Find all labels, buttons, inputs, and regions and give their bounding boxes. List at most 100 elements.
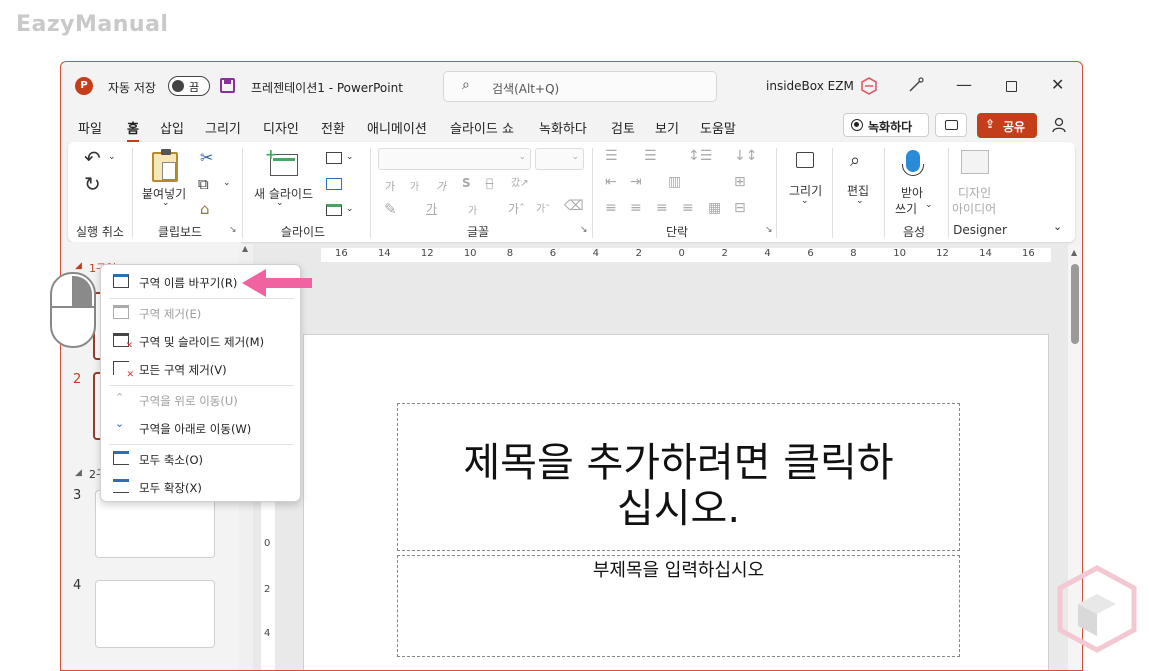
scrollbar-thumb[interactable] <box>1071 264 1079 344</box>
font-size-combo[interactable]: ⌄ <box>535 148 584 170</box>
section-collapse-icon[interactable]: ◢ <box>75 468 82 478</box>
paste-dropdown-icon[interactable]: ⌄ <box>162 198 170 208</box>
numbering-icon[interactable]: ☰ <box>644 148 657 164</box>
slide-thumbnail-4[interactable] <box>95 580 215 648</box>
font-size-down-icon[interactable]: 가ˇ <box>536 200 550 215</box>
highlight-icon[interactable]: ✎ <box>384 200 397 218</box>
layout-dropdown-icon[interactable]: ⌄ <box>346 152 354 162</box>
record-button[interactable]: 녹화하다 <box>843 113 929 137</box>
title-placeholder[interactable]: 제목을 추가하려면 클릭하 십시오. <box>397 403 960 551</box>
ribbon-collapse-icon[interactable]: ⌄ <box>1053 220 1062 233</box>
italic-icon[interactable]: 가 <box>436 178 446 194</box>
align-left-icon[interactable]: ≡ <box>605 200 617 216</box>
section-collapse-icon[interactable]: ◢ <box>75 261 82 271</box>
user-name[interactable]: insideBox EZM <box>766 79 854 93</box>
undo-icon[interactable]: ↶ <box>84 146 101 170</box>
text-direction-icon[interactable]: ↓↕ <box>734 148 757 164</box>
dictate-label-line2[interactable]: 쓰기 <box>895 200 917 217</box>
menu-item-move-section-down[interactable]: ⌄ 구역을 아래로 이동(W) <box>101 414 300 442</box>
close-icon[interactable]: ✕ <box>1051 75 1064 94</box>
editing-search-icon[interactable]: ⌕ <box>850 150 860 171</box>
font-launcher-icon[interactable]: ↘ <box>580 225 588 235</box>
new-slide-icon[interactable]: + <box>265 147 298 176</box>
autosave-label: 자동 저장 <box>108 81 156 95</box>
char-spacing-icon[interactable]: 갔↗ <box>511 174 529 189</box>
new-slide-dropdown-icon[interactable]: ⌄ <box>276 198 284 208</box>
share-icon: ⇪ <box>985 117 996 131</box>
tab-animations[interactable]: 애니메이션 <box>367 118 427 137</box>
user-avatar-icon[interactable] <box>859 76 879 96</box>
drawing-icon[interactable] <box>796 152 814 168</box>
align-text-icon[interactable]: ⊞ <box>734 174 746 190</box>
font-name-combo[interactable]: ⌄ <box>378 148 531 170</box>
menu-item-remove-section[interactable]: 구역 제거(E) <box>101 299 300 327</box>
drawing-dropdown-icon[interactable]: ⌄ <box>801 196 809 206</box>
section-dropdown-icon[interactable]: ⌄ <box>346 204 354 214</box>
increase-indent-icon[interactable]: ⇥ <box>630 174 642 190</box>
tab-file[interactable]: 파일 <box>78 118 102 137</box>
menu-item-label: 모두 축소(O) <box>139 453 203 467</box>
font-color-icon[interactable]: 가 <box>426 200 437 217</box>
clear-format-icon[interactable]: ⌫ <box>564 198 584 214</box>
format-painter-icon[interactable]: ⌂ <box>200 200 210 218</box>
tab-insert[interactable]: 삽입 <box>160 118 184 137</box>
tab-review[interactable]: 검토 <box>611 118 635 137</box>
tab-help[interactable]: 도움말 <box>700 118 736 137</box>
distribute-icon[interactable]: ▦ <box>708 200 721 216</box>
tab-record[interactable]: 녹화하다 <box>539 118 587 137</box>
search-box[interactable]: ⌕ 검색(Alt+Q) <box>443 71 717 102</box>
subtitle-placeholder[interactable]: 부제목을 입력하십시오 <box>397 555 960 657</box>
section-icon[interactable] <box>326 204 342 216</box>
shadow-icon[interactable]: S <box>462 176 471 190</box>
justify-icon[interactable]: ≡ <box>682 200 694 216</box>
font-size-up-icon[interactable]: 가ˆ <box>508 200 525 217</box>
tab-transitions[interactable]: 전환 <box>321 118 345 137</box>
copy-icon[interactable]: ⧉ <box>198 175 209 193</box>
align-center-icon[interactable]: ≡ <box>630 200 642 216</box>
maximize-icon[interactable] <box>1006 81 1017 92</box>
smartart-icon[interactable]: ⊟ <box>734 200 746 216</box>
comments-button[interactable] <box>935 113 967 137</box>
decrease-font-icon[interactable]: 가 <box>410 178 419 193</box>
share-button[interactable]: ⇪ 공유 <box>977 113 1037 138</box>
design-ideas-line1[interactable]: 디자인 <box>958 184 991 201</box>
save-icon[interactable] <box>220 78 235 93</box>
tab-slideshow[interactable]: 슬라이드 쇼 <box>450 118 514 137</box>
design-ideas-icon[interactable] <box>961 150 989 174</box>
slide-canvas[interactable]: 제목을 추가하려면 클릭하 십시오. 부제목을 입력하십시오 <box>303 334 1049 670</box>
align-right-icon[interactable]: ≡ <box>656 200 668 216</box>
minimize-icon[interactable]: — <box>956 75 972 94</box>
layout-icon[interactable] <box>326 152 342 164</box>
undo-dropdown-icon[interactable]: ⌄ <box>108 152 116 162</box>
menu-item-remove-section-slides[interactable]: ✕ 구역 및 슬라이드 제거(M) <box>101 327 300 355</box>
editing-dropdown-icon[interactable]: ⌄ <box>856 196 864 206</box>
autosave-toggle[interactable]: 끔 <box>168 76 210 96</box>
cut-icon[interactable]: ✂ <box>200 148 213 167</box>
pen-icon[interactable] <box>907 76 925 94</box>
menu-item-collapse-all[interactable]: 모두 축소(O) <box>101 445 300 473</box>
dictate-dropdown-icon[interactable]: ⌄ <box>925 200 933 210</box>
tab-home[interactable]: 홈 <box>127 118 139 143</box>
menu-item-remove-all-sections[interactable]: ✕ 모든 구역 제거(V) <box>101 355 300 383</box>
copy-dropdown-icon[interactable]: ⌄ <box>223 178 231 188</box>
tab-view[interactable]: 보기 <box>655 118 679 137</box>
design-ideas-line2[interactable]: 아이디어 <box>952 200 996 217</box>
reset-icon[interactable] <box>326 178 342 190</box>
paragraph-launcher-icon[interactable]: ↘ <box>765 225 773 235</box>
menu-item-expand-all[interactable]: 모두 확장(X) <box>101 473 300 501</box>
increase-font-icon[interactable]: 가 <box>385 178 395 194</box>
bullets-icon[interactable]: ☰ <box>605 148 618 164</box>
columns-icon[interactable]: ▥ <box>668 174 681 190</box>
tab-design[interactable]: 디자인 <box>263 118 299 137</box>
line-spacing-icon[interactable]: ↕☰ <box>688 148 712 164</box>
tab-draw[interactable]: 그리기 <box>205 118 241 137</box>
decrease-indent-icon[interactable]: ⇤ <box>605 174 617 190</box>
dictate-label-line1[interactable]: 받아 <box>901 184 923 201</box>
redo-icon[interactable]: ↻ <box>84 172 101 196</box>
coauthor-icon[interactable] <box>1051 116 1069 134</box>
paste-icon[interactable] <box>152 149 178 182</box>
menu-item-move-section-up[interactable]: ⌃ 구역을 위로 이동(U) <box>101 386 300 414</box>
clipboard-launcher-icon[interactable]: ↘ <box>229 225 237 235</box>
strikethrough-icon[interactable]: 가̶ <box>486 176 493 190</box>
change-case-icon[interactable]: 가 <box>468 202 477 217</box>
